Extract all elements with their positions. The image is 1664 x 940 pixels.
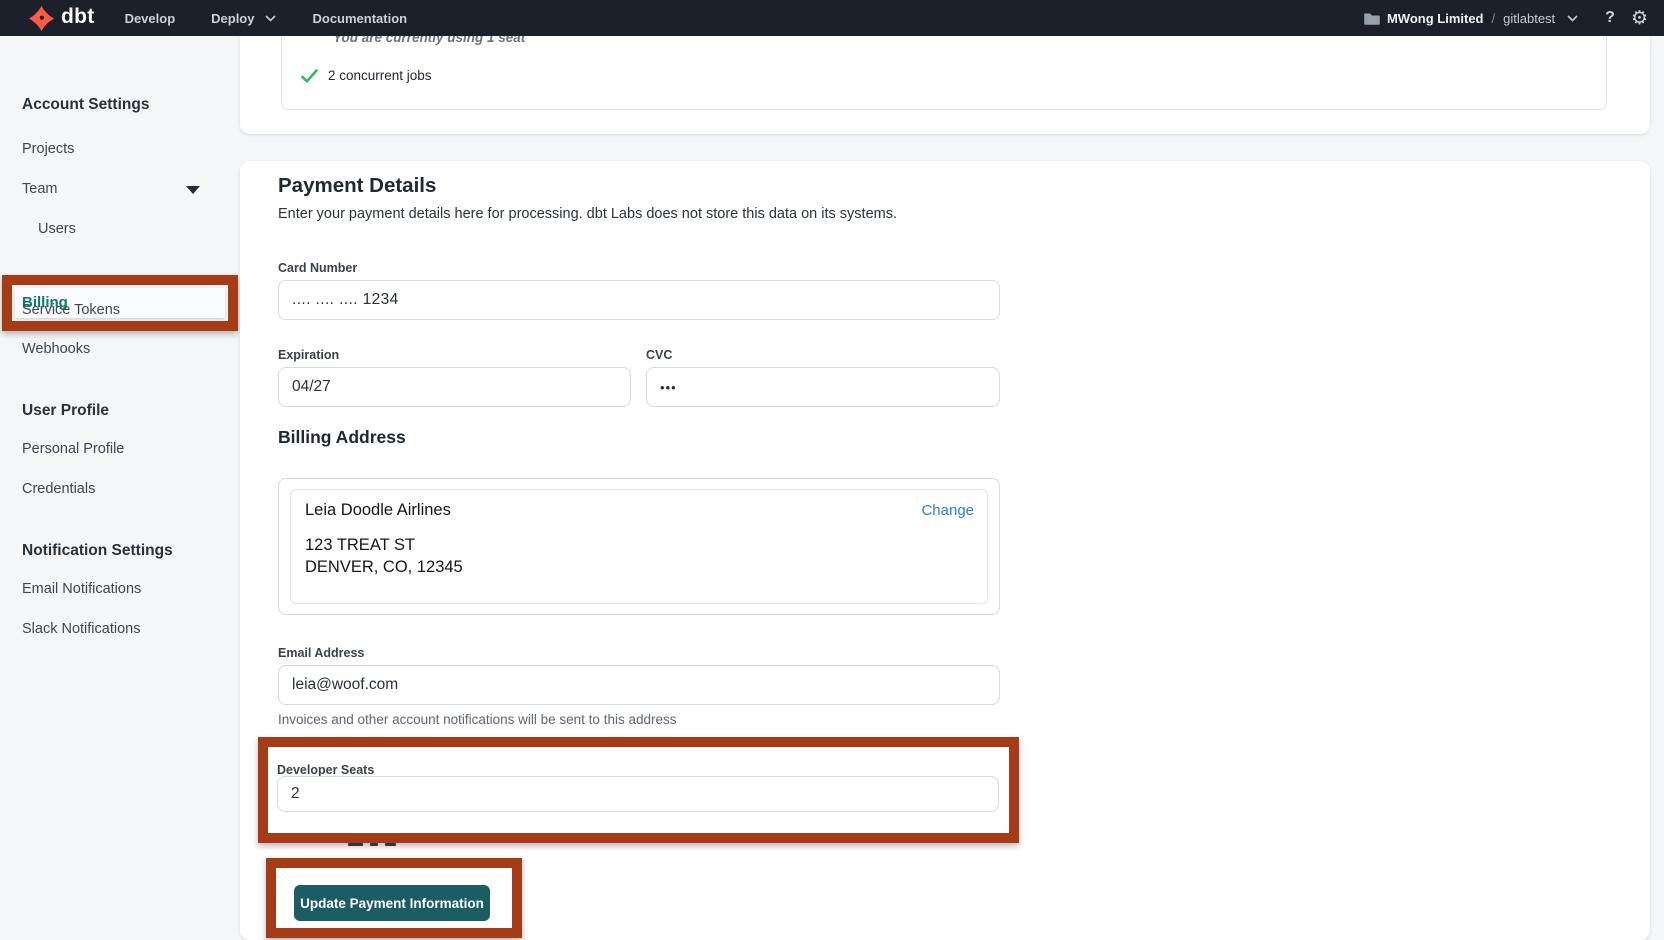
plan-feature-row: 2 concurrent jobs: [301, 68, 432, 83]
sidebar-item-team-label: Team: [22, 181, 57, 197]
nav-deploy-label: Deploy: [211, 11, 254, 26]
billing-address-panel: Leia Doodle Airlines Change 123 TREAT ST…: [290, 489, 988, 604]
dbt-logo-icon: [28, 5, 55, 32]
nav-deploy[interactable]: Deploy: [211, 11, 276, 26]
account-name: MWong Limited: [1387, 11, 1484, 26]
billing-address-name: Leia Doodle Airlines: [305, 501, 973, 520]
expiration-label: Expiration: [278, 348, 339, 362]
annotation-box-update-button: Update Payment Information: [266, 858, 522, 938]
developer-seats-input[interactable]: [277, 776, 999, 812]
email-address-label: Email Address: [278, 646, 364, 660]
dbt-home-button[interactable]: dbt: [28, 5, 95, 32]
sidebar-item-slack-notifications[interactable]: Slack Notifications: [22, 621, 140, 637]
sidebar-item-team[interactable]: Team: [22, 181, 218, 197]
sidebar-item-service-tokens[interactable]: Service Tokens: [22, 302, 120, 318]
expiration-input[interactable]: [278, 367, 631, 407]
email-address-input[interactable]: [278, 665, 1000, 705]
sidebar-heading-notification-settings: Notification Settings: [22, 542, 173, 560]
chevron-down-icon: [1567, 15, 1578, 22]
update-payment-button[interactable]: Update Payment Information: [294, 885, 490, 921]
settings-sidebar: Account Settings Projects Team Users Bil…: [0, 36, 238, 940]
sidebar-heading-account-settings: Account Settings: [22, 96, 149, 114]
project-switcher[interactable]: gitlabtest: [1503, 11, 1578, 26]
usage-summary-card: You are currently using 1 seat 2 concurr…: [240, 36, 1650, 134]
billing-address-line1: 123 TREAT ST: [305, 535, 973, 557]
settings-gear-icon[interactable]: ⚙: [1631, 9, 1648, 28]
caret-down-icon: [186, 186, 200, 194]
check-icon: [301, 69, 318, 83]
brand-name: dbt: [61, 6, 95, 30]
billing-address-lines: 123 TREAT ST DENVER, CO, 12345: [305, 535, 973, 578]
developer-seats-label: Developer Seats: [277, 763, 374, 777]
payment-details-title: Payment Details: [278, 174, 436, 198]
sidebar-item-projects[interactable]: Projects: [22, 141, 74, 157]
billing-address-box: Leia Doodle Airlines Change 123 TREAT ST…: [278, 478, 1000, 615]
plan-feature-text: 2 concurrent jobs: [328, 68, 432, 83]
nav-documentation[interactable]: Documentation: [312, 11, 407, 26]
page: dbt Develop Deploy Documentation MWong L…: [0, 0, 1664, 940]
folder-icon: [1364, 12, 1380, 25]
email-helper-text: Invoices and other account notifications…: [278, 712, 676, 727]
billing-address-line2: DENVER, CO, 12345: [305, 557, 973, 579]
sidebar-item-email-notifications[interactable]: Email Notifications: [22, 581, 141, 597]
main-nav: Develop Deploy Documentation: [125, 11, 408, 26]
account-switcher[interactable]: MWong Limited: [1364, 11, 1484, 26]
cvc-label: CVC: [646, 348, 672, 362]
card-number-input[interactable]: [278, 280, 1000, 320]
help-button[interactable]: ?: [1605, 9, 1615, 27]
sidebar-item-users[interactable]: Users: [38, 221, 76, 237]
sidebar-heading-user-profile: User Profile: [22, 402, 109, 420]
navbar-right: MWong Limited / gitlabtest ? ⚙: [1364, 9, 1648, 28]
nav-develop[interactable]: Develop: [125, 11, 176, 26]
billing-address-title: Billing Address: [278, 427, 406, 448]
payment-details-card: Payment Details Enter your payment detai…: [240, 161, 1650, 940]
project-name: gitlabtest: [1503, 11, 1555, 26]
sidebar-item-credentials[interactable]: Credentials: [22, 481, 95, 497]
obscured-text-remnant: [348, 843, 396, 846]
chevron-down-icon: [265, 15, 276, 22]
breadcrumb-separator: /: [1492, 11, 1496, 26]
cvc-input[interactable]: [646, 367, 1000, 407]
card-number-label: Card Number: [278, 261, 357, 275]
sidebar-item-webhooks[interactable]: Webhooks: [22, 341, 90, 357]
change-address-link[interactable]: Change: [921, 502, 974, 519]
sidebar-item-personal-profile[interactable]: Personal Profile: [22, 441, 124, 457]
annotation-box-developer-seats: Developer Seats: [258, 737, 1019, 843]
top-navbar: dbt Develop Deploy Documentation MWong L…: [0, 0, 1664, 36]
payment-details-description: Enter your payment details here for proc…: [278, 206, 897, 222]
